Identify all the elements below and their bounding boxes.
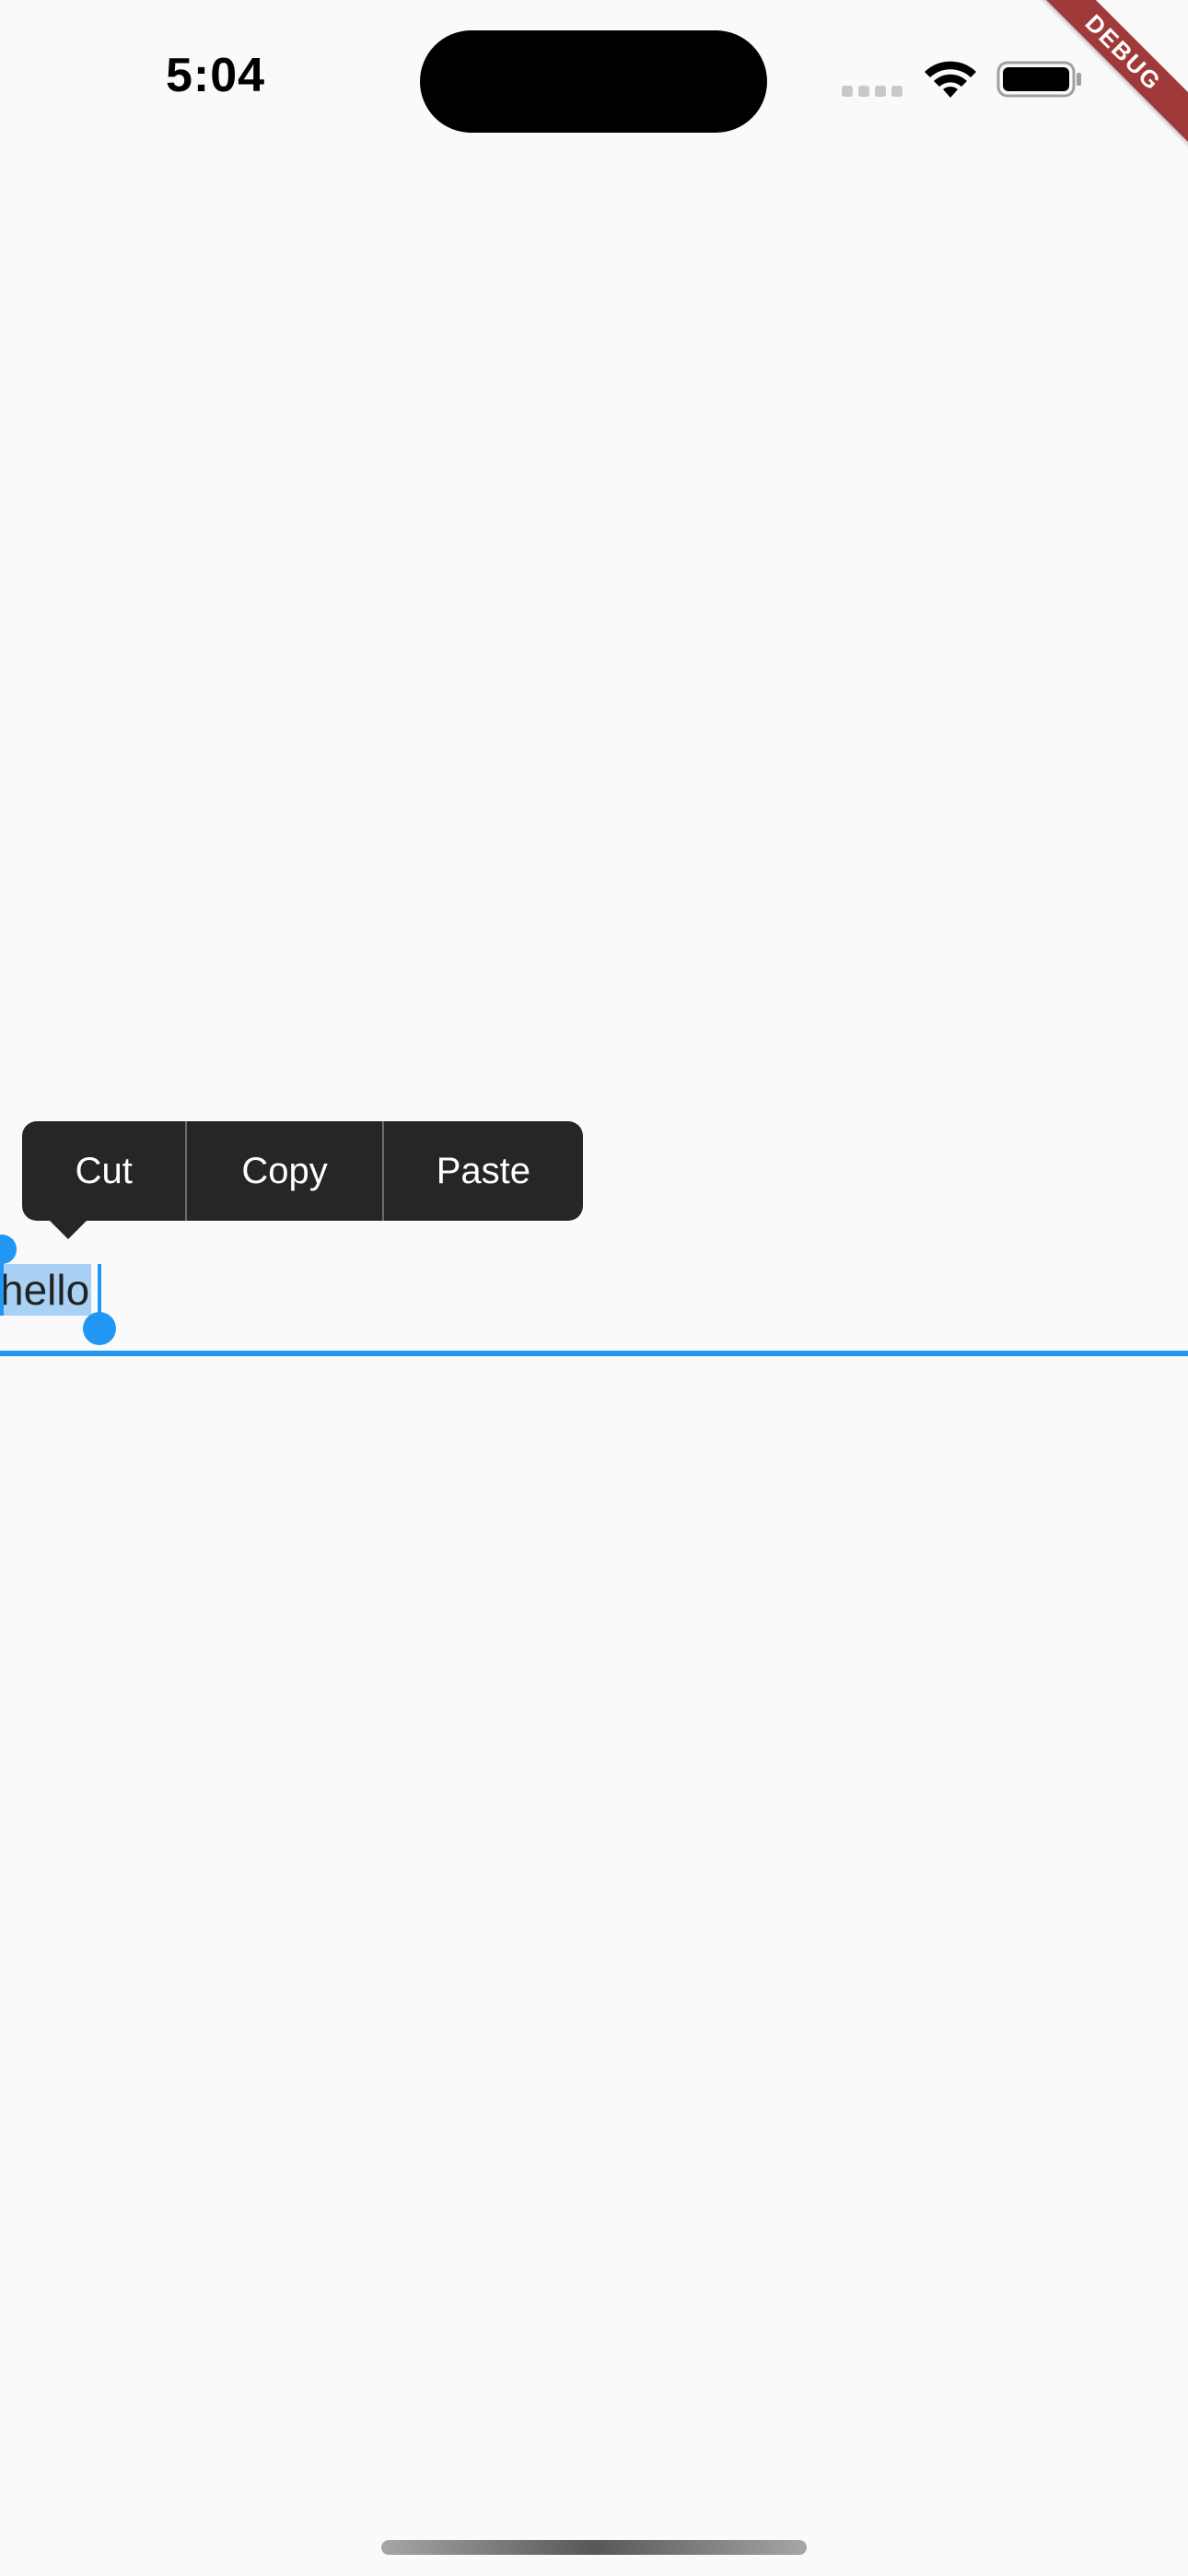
toolbar-arrow: [48, 1219, 88, 1239]
text-selection-toolbar: Cut Copy Paste: [22, 1121, 583, 1221]
battery-icon: [996, 61, 1081, 98]
app-screen: 5:04 DEBUG Cut Copy Paste hello: [0, 0, 1188, 2576]
status-time: 5:04: [166, 49, 266, 102]
home-indicator[interactable]: [381, 2540, 807, 2555]
wifi-icon: [925, 61, 976, 98]
selection-end-handle[interactable]: [83, 1312, 116, 1345]
cut-button[interactable]: Cut: [22, 1121, 185, 1221]
cellular-icon: [842, 86, 904, 97]
text-field[interactable]: [0, 1253, 1188, 1358]
dynamic-island: [420, 30, 767, 133]
selected-text[interactable]: hello: [0, 1264, 92, 1316]
text-field-underline: [0, 1351, 1188, 1356]
copy-button[interactable]: Copy: [187, 1121, 381, 1221]
selection-end-handle-stem[interactable]: [98, 1264, 101, 1317]
paste-button[interactable]: Paste: [384, 1121, 583, 1221]
